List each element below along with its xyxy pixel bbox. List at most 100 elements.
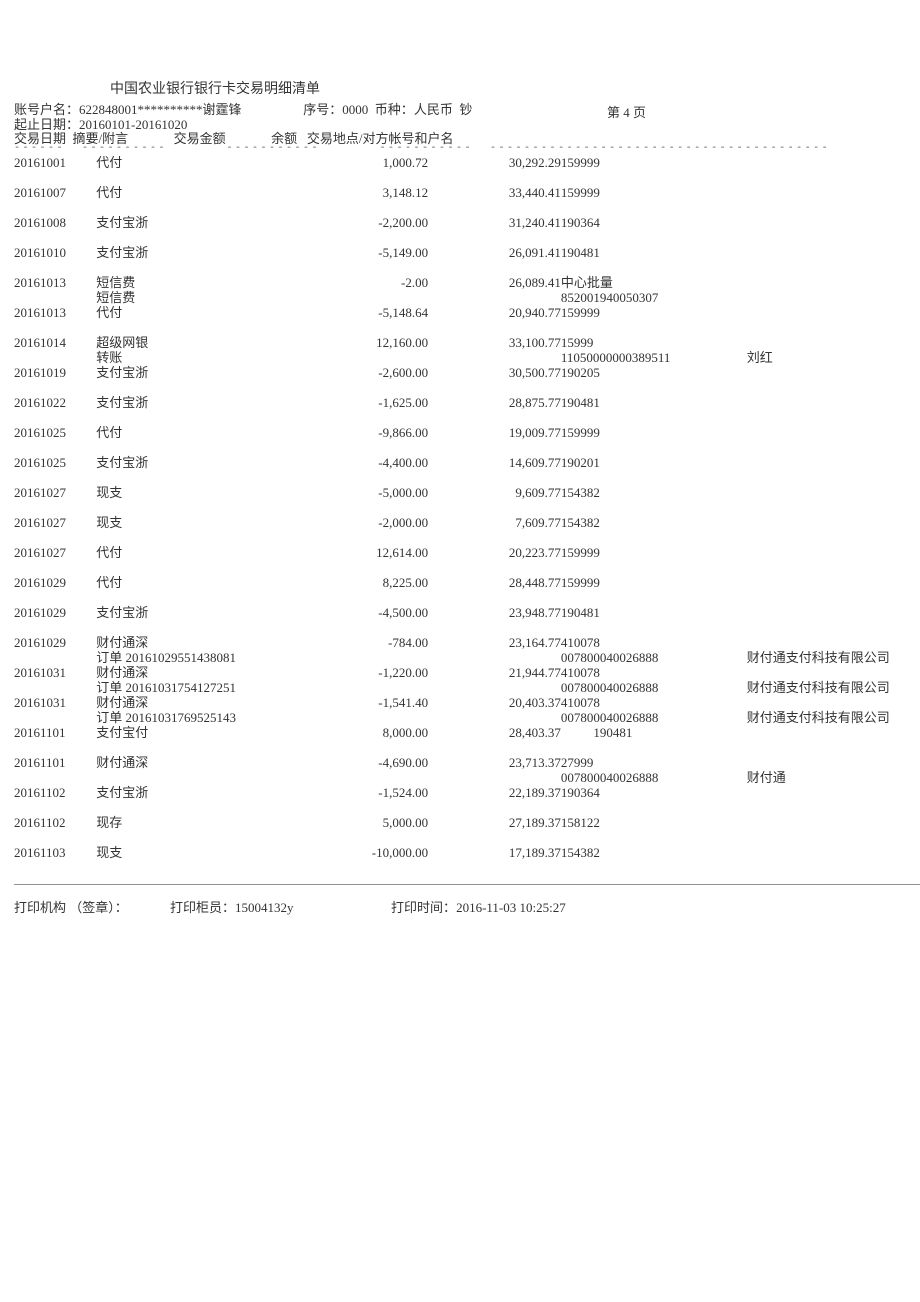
- cell-location-sub: 007800040026888: [561, 650, 747, 665]
- cell-balance: 22,189.37: [428, 785, 561, 800]
- cell-extra: [747, 425, 906, 440]
- table-row-sub: 短信费852001940050307: [14, 290, 906, 305]
- cell-desc: 现支: [96, 845, 295, 860]
- cell-balance: 23,948.77: [428, 605, 561, 620]
- table-row: 20161013代付-5,148.6420,940.77159999: [14, 305, 906, 320]
- table-row: 20161101支付宝付8,000.0028,403.37 190481: [14, 725, 906, 740]
- cell-location: 190481: [561, 725, 747, 740]
- cell-balance: 28,403.37: [428, 725, 561, 740]
- cell-location: 190205: [561, 365, 747, 380]
- cell-amount: -2,200.00: [295, 215, 428, 230]
- cell-desc-sub: 短信费: [96, 290, 295, 305]
- cash-flag: 钞: [459, 102, 472, 117]
- cell-location: 154382: [561, 515, 747, 530]
- cell-extra: [747, 335, 906, 350]
- footer-org-seal: （签章）：: [69, 900, 128, 915]
- cell-desc: 支付宝浙: [96, 395, 295, 410]
- table-row: 20161102现存5,000.0027,189.37158122: [14, 815, 906, 830]
- cell-date: 20161029: [14, 635, 96, 650]
- table-row: 20161027代付12,614.0020,223.77159999: [14, 545, 906, 560]
- cell-location: 190481: [561, 395, 747, 410]
- daterange-value: 20160101-20161020: [79, 117, 187, 132]
- table-row: 20161013短信费-2.0026,089.41中心批量: [14, 275, 906, 290]
- cell-desc: 现支: [96, 515, 295, 530]
- cell-location: 410078: [561, 635, 747, 650]
- cell-extra: [747, 485, 906, 500]
- daterange-label: 起止日期：: [14, 117, 79, 132]
- cell-desc: 支付宝浙: [96, 785, 295, 800]
- cell-desc: 代付: [96, 155, 295, 170]
- cell-balance: 20,940.77: [428, 305, 561, 320]
- cell-desc: 代付: [96, 185, 295, 200]
- cell-extra: [747, 275, 906, 290]
- cell-date: 20161001: [14, 155, 96, 170]
- cell-location: 159999: [561, 185, 747, 200]
- cell-amount: -2,600.00: [295, 365, 428, 380]
- cell-date: 20161025: [14, 455, 96, 470]
- row-spacer: [14, 260, 906, 275]
- cell-desc: 支付宝浙: [96, 365, 295, 380]
- col-bal: 余额: [271, 131, 297, 146]
- table-row: 20161001代付1,000.7230,292.29159999: [14, 155, 906, 170]
- table-row: 20161008支付宝浙-2,200.0031,240.41190364: [14, 215, 906, 230]
- account-label: 账号户名：: [14, 102, 79, 117]
- table-row: 20161022支付宝浙-1,625.0028,875.77190481: [14, 395, 906, 410]
- cell-date: 20161102: [14, 785, 96, 800]
- cell-location: 中心批量: [561, 275, 747, 290]
- cell-amount: -5,148.64: [295, 305, 428, 320]
- cell-location: 159999: [561, 545, 747, 560]
- cell-balance: 7,609.77: [428, 515, 561, 530]
- cell-desc: 支付宝浙: [96, 245, 295, 260]
- cell-date: 20161102: [14, 815, 96, 830]
- col-loc: 交易地点/对方帐号和户名: [307, 131, 454, 146]
- cell-date: 20161025: [14, 425, 96, 440]
- cell-date: 20161027: [14, 515, 96, 530]
- table-row: 20161025代付-9,866.0019,009.77159999: [14, 425, 906, 440]
- table-row-sub: 订单 20161031754127251007800040026888财付通支付…: [14, 680, 906, 695]
- row-spacer: [14, 800, 906, 815]
- cell-extra-sub: 财付通支付科技有限公司: [747, 650, 906, 665]
- cell-amount: -5,000.00: [295, 485, 428, 500]
- cell-location: 27999: [561, 755, 747, 770]
- cell-extra: [747, 395, 906, 410]
- row-spacer: [14, 200, 906, 215]
- table-row: 20161103现支-10,000.0017,189.37154382: [14, 845, 906, 860]
- cell-location: 410078: [561, 665, 747, 680]
- cell-amount: 3,148.12: [295, 185, 428, 200]
- cell-amount: -4,690.00: [295, 755, 428, 770]
- footer-teller-value: 15004132y: [235, 900, 294, 915]
- cell-desc: 支付宝浙: [96, 605, 295, 620]
- cell-desc: 支付宝付: [96, 725, 295, 740]
- cell-extra: [747, 635, 906, 650]
- cell-amount: -1,524.00: [295, 785, 428, 800]
- footer-teller-label: 打印柜员：: [170, 900, 235, 915]
- cell-balance: 20,223.77: [428, 545, 561, 560]
- cell-amount: 12,614.00: [295, 545, 428, 560]
- cell-extra: [747, 575, 906, 590]
- cell-date: 20161014: [14, 335, 96, 350]
- cell-desc: 短信费: [96, 275, 295, 290]
- table-row: 20161027现支-2,000.007,609.77154382: [14, 515, 906, 530]
- cell-balance: 19,009.77: [428, 425, 561, 440]
- cell-balance: 21,944.77: [428, 665, 561, 680]
- col-date: 交易日期: [14, 131, 66, 146]
- cell-amount: -4,500.00: [295, 605, 428, 620]
- doc-title: 中国农业银行银行卡交易明细清单: [110, 78, 906, 98]
- row-spacer: [14, 620, 906, 635]
- row-spacer: [14, 830, 906, 845]
- table-row: 20161031财付通深-1,220.0021,944.77410078: [14, 665, 906, 680]
- table-row: 20161025支付宝浙-4,400.0014,609.77190201: [14, 455, 906, 470]
- cell-desc: 代付: [96, 575, 295, 590]
- cell-extra: [747, 725, 906, 740]
- table-row: 20161101财付通深-4,690.0023,713.3727999: [14, 755, 906, 770]
- cell-desc-sub: [96, 770, 295, 785]
- cell-date: 20161101: [14, 725, 96, 740]
- account-value: 622848001**********谢霆锋: [79, 102, 242, 117]
- currency-value: 人民币: [414, 102, 453, 117]
- cell-location: 158122: [561, 815, 747, 830]
- footer-separator: ————————————————————————————————————————…: [14, 876, 906, 891]
- cell-location: 190364: [561, 215, 747, 230]
- cell-extra: [747, 455, 906, 470]
- column-headers: 交易日期 摘要/附言 交易金额 余额 交易地点/对方帐号和户名: [14, 132, 906, 146]
- footer-time-label: 打印时间：: [391, 900, 456, 915]
